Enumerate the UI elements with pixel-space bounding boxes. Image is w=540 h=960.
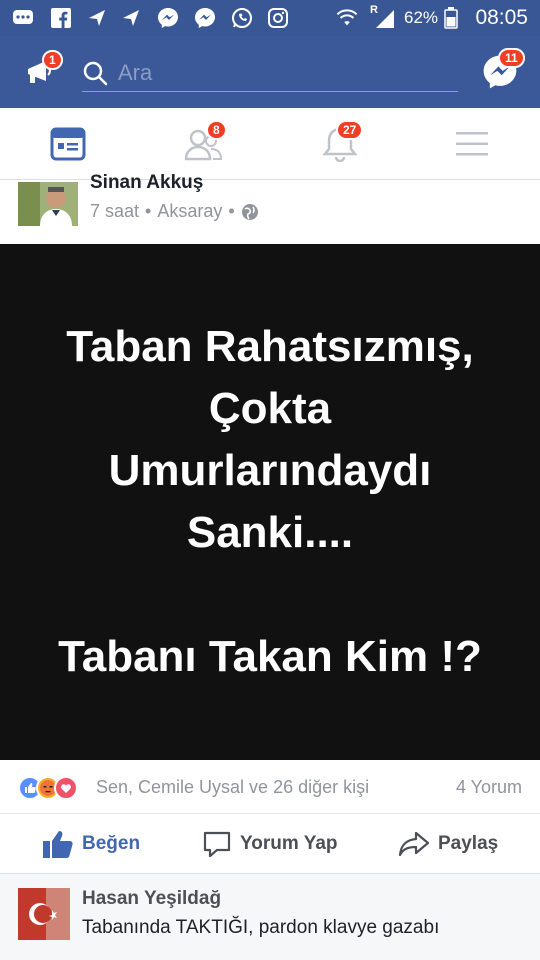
love-reaction-icon [54,776,78,800]
tab-news-feed[interactable] [18,108,118,180]
image-text-line-4: Sanki.... [186,508,354,557]
news-feed-icon [50,127,86,161]
globe-icon [241,203,258,220]
notifications-badge: 1 [42,50,63,70]
reactions-summary[interactable]: Sen, Cemile Uysal ve 26 diğer kişi 4 Yor… [0,760,540,814]
paper-plane-icon [86,7,108,29]
instagram-icon [267,7,289,29]
comment-text: Tabanında TAKTIĞI, pardon klavye gazabı [82,917,440,938]
like-label: Beğen [82,833,141,854]
clock: 08:05 [475,6,528,29]
menu-icon [456,132,488,156]
status-bar: R 62% 08:05 [0,0,540,36]
whatsapp-icon [231,7,253,29]
battery-percent: 62% [404,8,439,27]
signal-icon [374,7,396,29]
announcements-button[interactable]: 1 [18,50,63,94]
wifi-icon [336,7,358,29]
comment-count[interactable]: 4 Yorum [456,777,522,798]
like-button[interactable]: Beğen [42,814,140,874]
post-header: Sinan Akkuş 7 saat • Aksaray • [0,172,540,244]
battery-icon [440,7,462,29]
search-bar[interactable] [82,54,458,92]
tab-bar: 8 27 [0,108,540,180]
search-input[interactable] [118,59,438,86]
facebook-icon [50,7,72,29]
thumbs-up-icon [43,831,73,858]
meta-separator: • [145,201,152,221]
share-button[interactable]: Paylaş [398,814,498,874]
app-header: 1 11 [0,36,540,108]
post-meta: 7 saat • Aksaray • [90,201,259,222]
tab-notifications[interactable]: 27 [290,108,390,180]
tab-menu[interactable] [422,108,522,180]
notifications-tab-badge: 27 [336,120,364,140]
post-author[interactable]: Sinan Akkuş [90,172,203,194]
share-icon [398,831,430,857]
messenger-icon [157,7,179,29]
image-text-line-6: Tabanı Takan Kim !? [58,632,482,681]
chat-bubble-icon [12,7,34,29]
post-time[interactable]: 7 saat [90,201,139,222]
search-icon [83,61,108,85]
messenger-button[interactable]: 11 [478,48,525,94]
reaction-icons [18,776,78,800]
image-text-line-3: Umurlarındaydı [108,446,432,495]
image-text-line-2: Çokta [208,384,332,433]
author-avatar[interactable] [18,182,78,226]
post-actions: Beğen Yorum Yap Paylaş [0,814,540,874]
commenter-name[interactable]: Hasan Yeşildağ [82,888,221,910]
comment-button[interactable]: Yorum Yap [202,814,338,874]
comment-item: Hasan Yeşildağ Tabanında TAKTIĞI, pardon… [0,874,540,960]
share-label: Paylaş [438,833,499,854]
comment-label: Yorum Yap [240,833,338,854]
messenger-badge: 11 [498,48,525,68]
messenger-icon-2 [194,7,216,29]
comment-icon [203,831,231,858]
friend-requests-badge: 8 [206,120,227,140]
image-text-line-1: Taban Rahatsızmış, [66,322,474,371]
post-location[interactable]: Aksaray [157,201,222,222]
post-image[interactable]: Taban Rahatsızmış, Çokta Umurlarındaydı … [0,244,540,760]
meta-separator-2: • [228,201,235,221]
paper-plane-icon-2 [120,7,142,29]
commenter-avatar[interactable] [18,888,70,940]
tab-friend-requests[interactable]: 8 [154,108,254,180]
reactions-text: Sen, Cemile Uysal ve 26 diğer kişi [96,777,370,797]
